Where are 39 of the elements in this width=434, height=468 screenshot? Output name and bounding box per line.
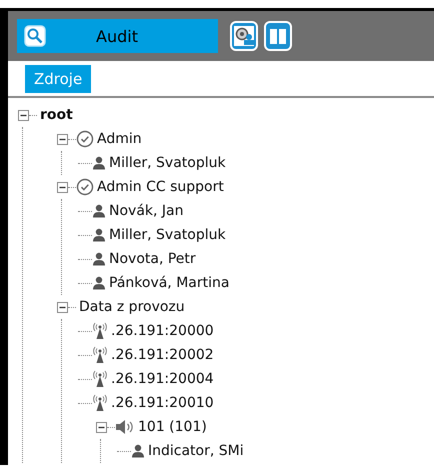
tree-item[interactable]: .26.191:20002 <box>111 347 214 363</box>
tree-item[interactable]: Novák, Jan <box>109 203 184 219</box>
user-icon <box>131 444 145 458</box>
collapse-icon[interactable] <box>57 302 68 312</box>
tree-item[interactable]: .26.191:20010 <box>111 395 214 411</box>
tree-item[interactable]: Admin CC support <box>97 179 224 195</box>
antenna-icon <box>92 346 108 364</box>
audit-button[interactable]: Audit <box>17 19 218 53</box>
tree-item[interactable]: 101 (101) <box>138 419 207 435</box>
tree-item[interactable]: .26.191:20000 <box>111 323 214 339</box>
antenna-icon <box>92 370 108 388</box>
tree-item[interactable]: .26.191:20004 <box>111 371 214 387</box>
tree-item[interactable]: Indicator, SMi <box>148 443 244 459</box>
user-icon <box>92 276 106 290</box>
person-button[interactable] <box>230 21 258 51</box>
user-icon <box>92 252 106 266</box>
antenna-icon <box>92 322 108 340</box>
search-icon <box>24 25 46 47</box>
book-icon <box>268 26 288 46</box>
collapse-icon[interactable] <box>18 110 29 120</box>
speaker-icon <box>115 419 135 435</box>
tree-item[interactable]: Miller, Svatopluk <box>109 227 226 243</box>
tree-item[interactable]: Novota, Petr <box>109 251 196 267</box>
user-icon <box>92 156 106 170</box>
tree-item[interactable]: Data z provozu <box>79 299 185 315</box>
book-button[interactable] <box>264 21 292 51</box>
user-icon <box>92 204 106 218</box>
disc-person-icon <box>234 26 254 46</box>
tree-item[interactable]: Miller, Svatopluk <box>109 155 226 171</box>
antenna-icon <box>92 394 108 412</box>
collapse-icon[interactable] <box>96 422 107 432</box>
collapse-icon[interactable] <box>57 134 68 144</box>
user-icon <box>92 228 106 242</box>
tree-item[interactable]: Admin <box>97 131 142 147</box>
tree-item[interactable]: Pánková, Martina <box>109 275 230 291</box>
collapse-icon[interactable] <box>57 182 68 192</box>
check-circle-icon <box>76 130 94 148</box>
check-circle-icon <box>76 178 94 196</box>
tree-item[interactable]: root <box>40 107 73 123</box>
